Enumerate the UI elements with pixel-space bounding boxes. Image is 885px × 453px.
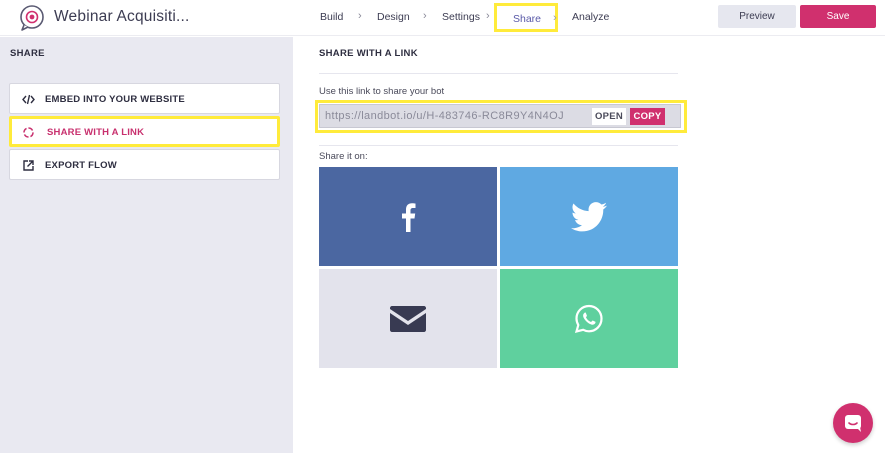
- chevron-right-icon: ›: [553, 12, 557, 24]
- sidebar-item-export-flow[interactable]: EXPORT FLOW: [9, 149, 280, 180]
- preview-button[interactable]: Preview: [718, 5, 796, 28]
- landbot-logo-icon[interactable]: [18, 4, 46, 32]
- panel-title: SHARE WITH A LINK: [319, 48, 418, 59]
- nav-share-label: Share: [513, 13, 542, 25]
- nav-settings[interactable]: Settings: [442, 11, 480, 23]
- chevron-right-icon: ›: [486, 10, 490, 22]
- link-label: Use this link to share your bot: [319, 86, 445, 97]
- sidebar-item-label: SHARE WITH A LINK: [47, 127, 145, 138]
- top-bar: Webinar Acquisiti... Build › Design › Se…: [0, 0, 885, 36]
- external-link-icon: [22, 159, 35, 172]
- sidebar-item-label: EMBED INTO YOUR WEBSITE: [45, 94, 185, 105]
- copy-link-button[interactable]: COPY: [630, 108, 665, 125]
- chat-icon: [845, 415, 861, 432]
- whatsapp-icon: [574, 304, 603, 333]
- open-link-button[interactable]: OPEN: [592, 108, 626, 125]
- nav-share[interactable]: Share ›: [494, 3, 558, 32]
- email-icon: [390, 305, 426, 332]
- divider: [319, 73, 678, 74]
- facebook-icon: [402, 202, 416, 232]
- share-whatsapp-tile[interactable]: [500, 269, 678, 368]
- share-sidebar: SHARE EMBED INTO YOUR WEBSITE SHARE WITH…: [0, 37, 293, 453]
- chevron-right-icon: ›: [358, 10, 362, 22]
- nav-analyze[interactable]: Analyze: [572, 11, 609, 23]
- sidebar-item-share-link[interactable]: SHARE WITH A LINK: [9, 116, 280, 147]
- sidebar-title: SHARE: [10, 48, 45, 59]
- save-button[interactable]: Save: [800, 5, 876, 28]
- share-link-field: OPEN COPY: [319, 104, 681, 128]
- divider: [319, 145, 678, 146]
- link-circle-icon: [22, 126, 35, 139]
- share-email-tile[interactable]: [319, 269, 497, 368]
- share-link-panel: SHARE WITH A LINK Use this link to share…: [293, 37, 885, 453]
- nav-design[interactable]: Design: [377, 11, 410, 23]
- code-icon: [22, 93, 35, 106]
- chat-launcher-button[interactable]: [833, 403, 873, 443]
- twitter-icon: [571, 201, 607, 231]
- share-on-label: Share it on:: [319, 151, 368, 162]
- chevron-right-icon: ›: [423, 10, 427, 22]
- bot-title[interactable]: Webinar Acquisiti...: [54, 8, 190, 26]
- share-twitter-tile[interactable]: [500, 167, 678, 266]
- nav-build[interactable]: Build: [320, 11, 343, 23]
- sidebar-item-label: EXPORT FLOW: [45, 160, 117, 171]
- sidebar-item-embed[interactable]: EMBED INTO YOUR WEBSITE: [9, 83, 280, 114]
- share-facebook-tile[interactable]: [319, 167, 497, 266]
- share-link-input[interactable]: [325, 108, 588, 124]
